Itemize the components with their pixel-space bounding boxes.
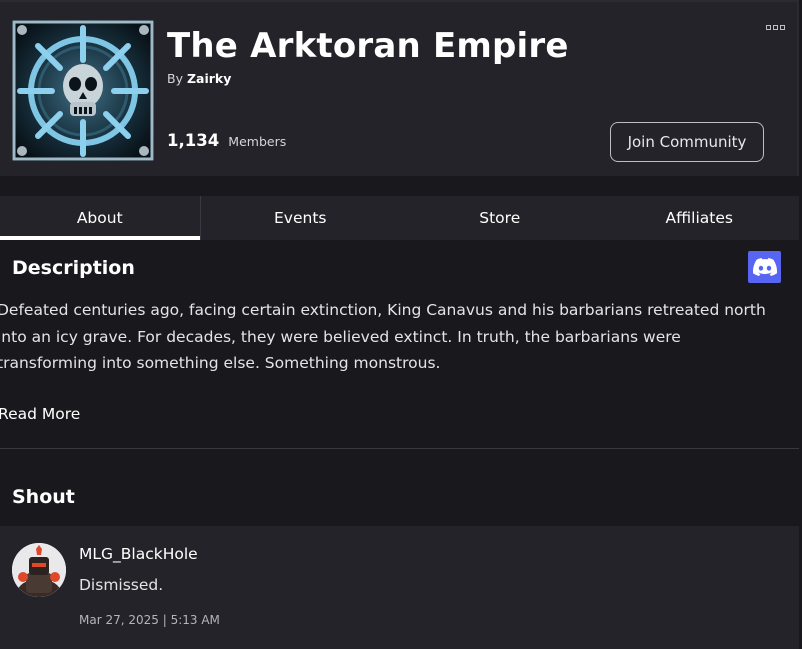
member-stats: 1,134 Members: [167, 131, 286, 150]
join-community-button[interactable]: Join Community: [610, 122, 764, 162]
dot-icon: [772, 24, 778, 30]
tab-events[interactable]: Events: [201, 196, 401, 240]
by-prefix: By: [167, 71, 183, 86]
description-line: into an icy grave. For decades, they wer…: [0, 327, 681, 346]
shout-card: MLG_BlackHole Dismissed. Mar 27, 2025 | …: [0, 526, 799, 649]
group-emblem-icon: [12, 20, 154, 161]
discord-icon[interactable]: [748, 251, 781, 283]
avatar[interactable]: [12, 543, 66, 597]
tab-about[interactable]: About: [0, 196, 201, 240]
owner-link[interactable]: Zairky: [187, 71, 231, 86]
section-divider: [0, 448, 799, 449]
group-tabs: About Events Store Affiliates: [0, 196, 799, 240]
group-header: The Arktoran Empire By Zairky 1,134 Memb…: [0, 0, 799, 176]
read-more-link[interactable]: Read More: [0, 405, 80, 423]
more-options-icon[interactable]: [763, 20, 787, 34]
description-line: transforming into something else. Someth…: [0, 354, 441, 372]
member-label: Members: [228, 134, 287, 149]
tab-store[interactable]: Store: [400, 196, 600, 240]
shout-heading: Shout: [12, 486, 75, 508]
group-description: Defeated centuries ago, facing certain e…: [0, 297, 797, 377]
description-heading: Description: [12, 257, 135, 279]
dot-icon: [765, 24, 771, 30]
shout-timestamp: Mar 27, 2025 | 5:13 AM: [79, 613, 220, 627]
member-count: 1,134: [167, 131, 220, 150]
dot-icon: [779, 24, 785, 30]
description-line: Defeated centuries ago, facing certain e…: [0, 301, 766, 319]
group-owner-line: By Zairky: [167, 71, 231, 86]
shout-username[interactable]: MLG_BlackHole: [79, 545, 198, 563]
shout-message: Dismissed.: [79, 576, 164, 594]
group-title: The Arktoran Empire: [167, 26, 569, 66]
tab-affiliates[interactable]: Affiliates: [600, 196, 800, 240]
